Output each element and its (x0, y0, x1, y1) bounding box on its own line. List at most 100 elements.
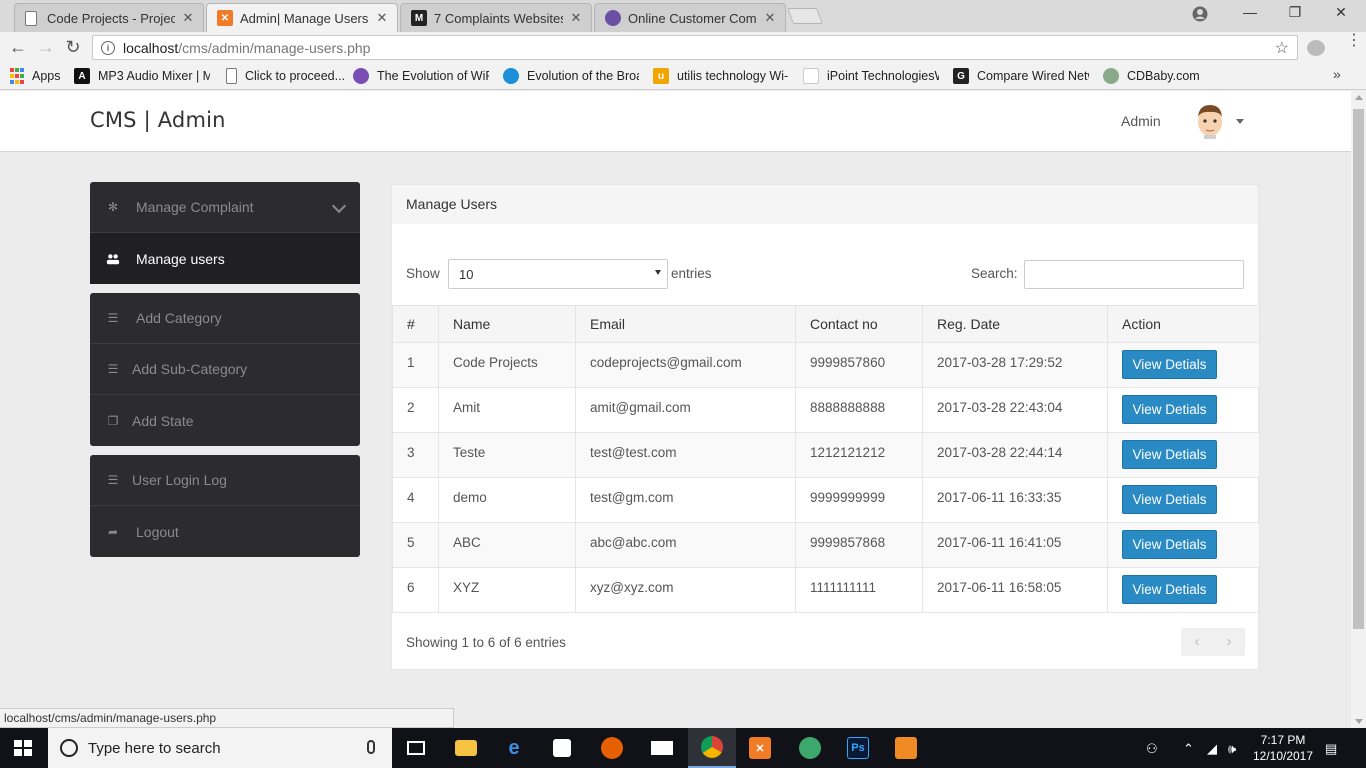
scroll-down-icon[interactable] (1355, 719, 1363, 724)
close-icon[interactable]: ✕ (763, 10, 777, 26)
entries-label: entries (671, 266, 712, 281)
taskbar-store[interactable] (538, 728, 586, 768)
cell-name: Amit (438, 387, 576, 433)
cdbaby-icon (1103, 68, 1119, 84)
close-icon[interactable]: ✕ (181, 10, 195, 26)
column-header-contact[interactable]: Contact no (795, 305, 923, 343)
back-arrow-icon[interactable]: ← (7, 36, 29, 58)
chevron-down-icon (655, 270, 661, 275)
column-header-reg-date[interactable]: Reg. Date (922, 305, 1108, 343)
bookmark-apps[interactable]: Apps (10, 68, 61, 84)
cell-reg-date: 2017-03-28 17:29:52 (922, 342, 1108, 388)
sidebar-item-label: Logout (136, 523, 179, 540)
next-page-icon[interactable]: › (1213, 628, 1245, 656)
bookmarks-overflow-icon[interactable]: » (1333, 66, 1341, 82)
taskbar-edge[interactable]: e (490, 728, 538, 768)
bookmark-evolution-wifi[interactable]: The Evolution of WiFi (353, 68, 489, 84)
notifications-icon[interactable]: ▤ (1325, 741, 1337, 757)
restore-button[interactable]: ❐ (1272, 4, 1318, 21)
address-bar[interactable]: i localhost/cms/admin/manage-users.php ☆ (92, 35, 1298, 60)
new-tab-button[interactable] (787, 8, 823, 24)
forward-arrow-icon[interactable]: → (35, 36, 57, 58)
column-header-action[interactable]: Action (1107, 305, 1260, 343)
people-icon[interactable]: ⚇ (1146, 741, 1158, 757)
sidebar-item-add-sub-category[interactable]: ☰ Add Sub-Category (90, 344, 360, 395)
view-details-button[interactable]: View Detials (1122, 350, 1217, 379)
cell-email: xyz@xyz.com (575, 567, 796, 613)
view-details-button[interactable]: View Detials (1122, 485, 1217, 514)
taskbar-clock[interactable]: 7:17 PM 12/10/2017 (1252, 732, 1314, 764)
brand-title[interactable]: CMS | Admin (90, 108, 226, 132)
sidebar-item-user-login-log[interactable]: ☰ User Login Log (90, 455, 360, 506)
scroll-thumb[interactable] (1353, 109, 1364, 629)
user-name[interactable]: Admin (1121, 113, 1161, 129)
windows-start-icon[interactable] (14, 740, 32, 756)
page-scrollbar[interactable] (1351, 91, 1366, 728)
table-info: Showing 1 to 6 of 6 entries (406, 635, 566, 650)
volume-icon[interactable]: 🕪 (1228, 741, 1236, 757)
bookmark-ipoint[interactable]: iPoint TechnologiesW (803, 68, 939, 84)
url-path: /cms/admin/manage-users.php (178, 39, 371, 56)
bookmark-star-icon[interactable]: ☆ (1275, 38, 1289, 58)
taskbar-xampp[interactable]: ✕ (736, 728, 784, 768)
view-details-button[interactable]: View Detials (1122, 575, 1217, 604)
entries-per-page-select[interactable]: 10 (448, 259, 668, 289)
browser-tab-online-customer[interactable]: Online Customer Compla ✕ (594, 3, 786, 32)
list-icon: ☰ (107, 311, 119, 325)
taskbar-file-explorer[interactable] (442, 728, 490, 768)
column-header-name[interactable]: Name (438, 305, 576, 343)
taskbar-mail[interactable] (638, 728, 686, 768)
info-icon[interactable]: i (101, 40, 115, 55)
sidebar-item-add-category[interactable]: ☰ Add Category (90, 293, 360, 344)
cell-action: View Detials (1107, 522, 1260, 568)
table-row: 6 XYZ xyz@xyz.com 1111111111 2017-06-11 … (392, 567, 1260, 613)
profile-icon[interactable] (1192, 6, 1208, 22)
cell-number: 2 (392, 387, 439, 433)
task-view-button[interactable] (392, 728, 440, 768)
bookmark-utilis[interactable]: u utilis technology Wi-F (653, 68, 789, 84)
bookmark-click-to-proceed[interactable]: Click to proceed... (226, 68, 344, 84)
minimize-button[interactable]: — (1227, 4, 1273, 20)
cell-contact: 1111111111 (795, 567, 923, 613)
view-details-button[interactable]: View Detials (1122, 530, 1217, 559)
taskbar-atom[interactable] (786, 728, 834, 768)
network-icon[interactable]: ◢ (1207, 741, 1217, 757)
bookmark-mp3-mixer[interactable]: A MP3 Audio Mixer | M (74, 68, 210, 84)
browser-tab-complaints-websites[interactable]: M 7 Complaints Websites T ✕ (400, 3, 592, 32)
microphone-icon[interactable] (367, 740, 375, 754)
column-header-email[interactable]: Email (575, 305, 796, 343)
browser-tab-code-projects[interactable]: Code Projects - Projects, ✕ (14, 3, 204, 32)
sidebar-item-manage-complaint[interactable]: ✻ Manage Complaint (90, 182, 360, 233)
taskbar-photoshop[interactable]: Ps (834, 728, 882, 768)
extension-icon[interactable] (1307, 40, 1325, 56)
bookmark-evolution-broadband[interactable]: Evolution of the Broa (503, 68, 639, 84)
cell-reg-date: 2017-06-11 16:58:05 (922, 567, 1108, 613)
chevron-down-icon[interactable] (1236, 119, 1244, 124)
sidebar-item-logout[interactable]: ➦ Logout (90, 506, 360, 557)
search-input[interactable] (1024, 260, 1244, 289)
cell-name: Teste (438, 432, 576, 478)
cell-contact: 9999857868 (795, 522, 923, 568)
browser-tab-manage-users[interactable]: ✕ Admin| Manage Users ✕ (206, 3, 398, 32)
chevron-up-icon[interactable]: ⌃ (1183, 741, 1194, 757)
taskbar-search-input[interactable]: Type here to search (48, 728, 392, 768)
folder-icon (455, 740, 477, 756)
column-header-number[interactable]: # (392, 305, 439, 343)
bookmark-cdbaby[interactable]: CDBaby.com (1103, 68, 1200, 84)
previous-page-icon[interactable]: ‹ (1181, 628, 1213, 656)
close-window-button[interactable]: ✕ (1318, 4, 1364, 21)
sidebar-item-add-state[interactable]: ❐ Add State (90, 395, 360, 446)
close-icon[interactable]: ✕ (569, 10, 583, 26)
avatar[interactable] (1193, 103, 1227, 139)
scroll-up-icon[interactable] (1355, 95, 1363, 100)
reload-icon[interactable]: ↻ (62, 36, 84, 58)
taskbar-firefox[interactable] (588, 728, 636, 768)
browser-menu-icon[interactable]: ⋮ (1346, 33, 1362, 49)
view-details-button[interactable]: View Detials (1122, 440, 1217, 469)
close-icon[interactable]: ✕ (375, 10, 389, 26)
view-details-button[interactable]: View Detials (1122, 395, 1217, 424)
bookmark-compare-wired[interactable]: G Compare Wired Netw (953, 68, 1089, 84)
taskbar-chrome[interactable] (688, 728, 736, 768)
taskbar-media-player[interactable] (882, 728, 930, 768)
sidebar-item-manage-users[interactable]: Manage users (90, 233, 360, 284)
